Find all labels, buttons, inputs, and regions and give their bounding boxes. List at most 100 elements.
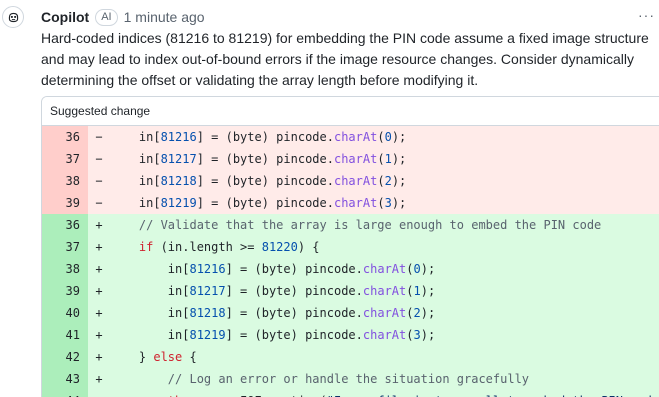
line-number[interactable]: 36 [42,126,88,148]
code-token: charAt [362,262,407,276]
plus-marker: + [88,236,110,258]
diff-deleted-line: 36− in[81216] = (byte) pincode.charAt(0)… [42,126,659,148]
code-token: } [110,350,154,364]
minus-marker: − [88,170,110,192]
line-number[interactable]: 41 [42,324,88,346]
code-token: 81216 [189,262,226,276]
code-token: ( [377,152,385,166]
code-token: ); [420,328,436,342]
comment-body: Hard-coded indices (81216 to 81219) for … [41,30,649,88]
review-comment: Copilot AI 1 minute ago ··· Hard-coded i… [0,0,659,397]
code-line: in[81219] = (byte) pincode.charAt(3); [110,324,659,346]
code-token: { [182,350,197,364]
code-token: in[ [110,284,190,298]
comment-timestamp[interactable]: 1 minute ago [124,9,205,25]
code-token: charAt [362,306,407,320]
code-token: 1 [413,284,421,298]
line-number[interactable]: 36 [42,214,88,236]
diff-deleted-line: 38− in[81218] = (byte) pincode.charAt(2)… [42,170,659,192]
line-number[interactable]: 37 [42,148,88,170]
code-token: ); [420,284,436,298]
code-token: charAt [362,284,407,298]
minus-marker: − [88,148,110,170]
plus-marker: + [88,280,110,302]
code-token: ] = (byte) pincode. [196,130,334,144]
line-number[interactable]: 40 [42,302,88,324]
code-token: charAt [362,328,407,342]
diff-added-line: 38 + in[81216] = (byte) pincode.charAt(0)… [42,258,659,280]
code-token: ); [391,196,407,210]
code-line: in[81216] = (byte) pincode.charAt(0); [110,126,659,148]
diff-added-line: 37 + if (in.length >= 81220) { [42,236,659,258]
code-token: ) { [297,240,320,254]
code-token: if [138,240,154,254]
line-number[interactable]: 37 [42,236,88,258]
code-token: 81220 [261,240,298,254]
line-number[interactable]: 39 [42,280,88,302]
line-number[interactable]: 44 [42,390,88,397]
code-token: in[ [110,196,161,210]
plus-marker: + [88,324,110,346]
diff-added-line: 42 + } else { [42,346,659,368]
diff-added-line: 43 + // Log an error or handle the situat… [42,368,659,390]
code-token: ); [391,152,407,166]
code-token: ] = (byte) pincode. [225,262,363,276]
code-token: 81217 [189,284,226,298]
comment-header: Copilot AI 1 minute ago [41,7,205,27]
code-token: ); [391,174,407,188]
code-token: 2 [384,174,392,188]
diff-deleted-line: 37− in[81217] = (byte) pincode.charAt(1)… [42,148,659,170]
diff-added-line: 41 + in[81219] = (byte) pincode.charAt(3)… [42,324,659,346]
line-number[interactable]: 42 [42,346,88,368]
code-token: charAt [333,130,378,144]
diff-added-line: 36 + // Validate that the array is large … [42,214,659,236]
code-token: 3 [384,196,392,210]
plus-marker: + [88,368,110,390]
line-number[interactable]: 43 [42,368,88,390]
more-options-icon[interactable]: ··· [638,7,655,23]
code-token: 81219 [160,196,197,210]
code-token: in[ [110,306,190,320]
code-token: 0 [413,262,421,276]
diff-deleted-line: 39− in[81219] = (byte) pincode.charAt(3)… [42,192,659,214]
line-number[interactable]: 38 [42,258,88,280]
code-token: ( [377,196,385,210]
code-token: 0 [384,130,392,144]
diff-added-line: 44+ throw new IOException("Image file is… [42,390,659,397]
diff-view: 36− in[81216] = (byte) pincode.charAt(0)… [42,126,659,397]
code-line: throw new IOException("Image file is too… [110,390,659,397]
code-token: 2 [413,306,421,320]
plus-marker: + [88,214,110,236]
code-token: (in.length >= [153,240,262,254]
minus-marker: − [88,192,110,214]
plus-marker: + [88,346,110,368]
code-token: 81218 [160,174,197,188]
suggested-change-block: Suggested change 36− in[81216] = (byte) … [41,96,659,397]
suggested-change-title: Suggested change [42,97,659,126]
code-token: ); [420,262,436,276]
code-token: ( [377,174,385,188]
code-token: ] = (byte) pincode. [225,306,363,320]
plus-marker: + [88,390,110,397]
line-number[interactable]: 38 [42,170,88,192]
code-line: in[81218] = (byte) pincode.charAt(2); [110,302,659,324]
plus-marker: + [88,302,110,324]
code-token: else [153,350,183,364]
plus-marker: + [88,258,110,280]
code-line: // Validate that the array is large enou… [110,214,659,236]
code-token: 81219 [189,328,226,342]
code-line: in[81216] = (byte) pincode.charAt(0); [110,258,659,280]
code-token: 1 [384,152,392,166]
line-number[interactable]: 39 [42,192,88,214]
code-token: in[ [110,130,161,144]
code-token: ] = (byte) pincode. [196,152,334,166]
code-line: in[81217] = (byte) pincode.charAt(1); [110,148,659,170]
author-name[interactable]: Copilot [41,9,89,25]
code-token: ] = (byte) pincode. [196,196,334,210]
avatar[interactable] [2,6,24,28]
code-line: } else { [110,346,659,368]
code-line: in[81217] = (byte) pincode.charAt(1); [110,280,659,302]
code-token: ] = (byte) pincode. [225,328,363,342]
code-token: ] = (byte) pincode. [196,174,334,188]
